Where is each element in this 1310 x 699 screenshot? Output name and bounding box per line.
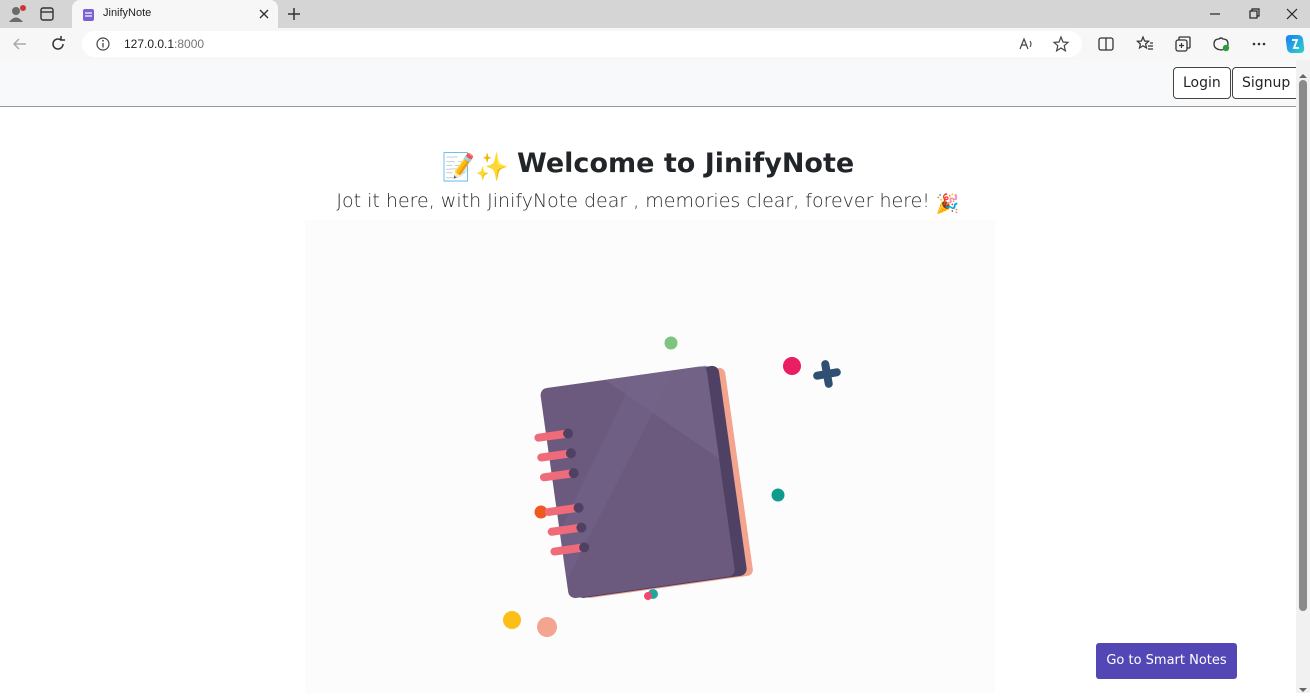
shield-icon[interactable] [1211, 34, 1231, 54]
hero-subtitle: Jot it here, with JinifyNote dear , memo… [0, 190, 1296, 215]
tab-actions-icon[interactable] [38, 5, 56, 23]
url-text: 127.0.0.1:8000 [124, 37, 204, 51]
notebook [534, 365, 753, 599]
confetti-dot-peach [537, 617, 557, 637]
close-icon[interactable] [256, 6, 272, 22]
hero-title-text: Welcome to JinifyNote [517, 148, 855, 179]
restore-icon[interactable] [1245, 5, 1263, 23]
page-title: 📝✨ Welcome to JinifyNote [0, 148, 1296, 183]
hero-subtitle-text: Jot it here, with JinifyNote dear , memo… [336, 190, 930, 212]
scroll-up-icon[interactable] [1298, 66, 1308, 78]
url-port: :8000 [174, 37, 205, 51]
url-host: 127.0.0.1 [124, 37, 175, 51]
browser-toolbar: 127.0.0.1:8000 [0, 28, 1310, 60]
page-scrollbar[interactable] [1296, 60, 1310, 693]
login-button[interactable]: Login [1173, 67, 1231, 99]
scroll-down-icon[interactable] [1298, 680, 1308, 692]
favorites-icon[interactable] [1135, 34, 1155, 54]
browser-tab-jinifynote[interactable]: JinifyNote [72, 0, 278, 28]
star-icon[interactable] [1052, 35, 1070, 53]
confetti-dot-teal [771, 488, 785, 502]
plus-icon[interactable] [285, 5, 303, 23]
confetti-dot-pink [783, 357, 801, 375]
split-screen-icon[interactable] [1096, 34, 1116, 54]
signup-button[interactable]: Signup [1232, 67, 1296, 99]
confetti-dot-green [664, 336, 678, 350]
confetti-dot-yellow [503, 611, 521, 629]
browser-titlebar: JinifyNote [0, 0, 1310, 28]
read-aloud-icon[interactable] [1018, 35, 1036, 53]
collections-icon[interactable] [1173, 34, 1193, 54]
notes-favicon [82, 7, 95, 21]
confetti-dot-red-small [644, 592, 652, 600]
refresh-icon[interactable] [48, 34, 68, 54]
hero-emojis: 📝✨ [441, 152, 510, 183]
minimize-icon[interactable] [1206, 5, 1224, 23]
info-icon[interactable] [95, 36, 111, 52]
address-bar[interactable]: 127.0.0.1:8000 [82, 31, 1082, 57]
notebook-illustration [503, 336, 841, 637]
back-icon[interactable] [10, 34, 30, 54]
more-icon[interactable] [1249, 34, 1269, 54]
scrollbar-thumb[interactable] [1299, 80, 1307, 611]
copilot-icon[interactable] [1284, 33, 1306, 55]
page-content: Login Signup 📝✨ Welcome to JinifyNote Jot… [0, 60, 1296, 693]
plus-shape [813, 360, 841, 388]
party-emoji: 🎉 [935, 193, 960, 215]
close-window-icon[interactable] [1283, 5, 1301, 23]
navbar: Login Signup [0, 60, 1296, 107]
profile-icon[interactable] [7, 4, 27, 24]
go-to-smart-notes-button[interactable]: Go to Smart Notes [1096, 643, 1237, 679]
tab-title: JinifyNote [103, 7, 152, 19]
